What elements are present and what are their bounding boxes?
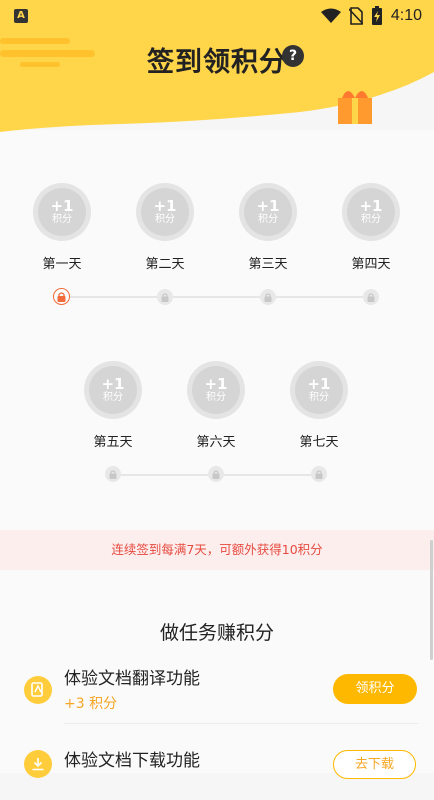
lock-icon	[311, 466, 327, 482]
page-title: 签到领积分	[147, 47, 287, 78]
task-divider	[64, 723, 418, 724]
points-coin: +1 积分	[290, 361, 348, 419]
claim-points-button[interactable]: 领积分	[333, 674, 417, 704]
translate-doc-icon	[24, 676, 52, 704]
day-item-1: +1 积分 第一天	[27, 183, 97, 272]
points-coin: +1 积分	[136, 183, 194, 241]
day-label: 第四天	[351, 257, 391, 272]
lock-icon-active[interactable]	[53, 288, 70, 305]
checkin-card: +1 积分 第一天 +1 积分 第二天 +1 积分 第三天 +1 积分 第四天	[0, 130, 434, 530]
day-label: 第三天	[248, 257, 288, 272]
task-item-download: 体验文档下载功能 去下载	[0, 740, 434, 800]
lock-icon	[260, 289, 276, 305]
day-label: 第五天	[93, 435, 133, 450]
lock-icon	[363, 289, 379, 305]
tasks-title: 做任务赚积分	[159, 622, 274, 644]
day-item-7: +1 积分 第七天	[284, 361, 354, 450]
points-coin: +1 积分	[239, 183, 297, 241]
points-coin: +1 积分	[33, 183, 91, 241]
day-item-6: +1 积分 第六天	[181, 361, 251, 450]
day-item-2: +1 积分 第二天	[130, 183, 200, 272]
lock-icon	[105, 466, 121, 482]
task-item-translate: 体验文档翻译功能 +3 积分 领积分	[0, 658, 434, 718]
day-label: 第一天	[42, 257, 82, 272]
points-coin: +1 积分	[187, 361, 245, 419]
task-name: 体验文档下载功能	[64, 751, 200, 771]
progress-track	[62, 296, 371, 298]
battery-charging-icon	[371, 6, 382, 25]
lock-icon	[157, 289, 173, 305]
go-download-button[interactable]: 去下载	[333, 750, 416, 779]
points-coin: +1 积分	[84, 361, 142, 419]
day-item-4: +1 积分 第四天	[336, 183, 406, 272]
clock: 4:10	[390, 7, 422, 24]
day-item-5: +1 积分 第五天	[78, 361, 148, 450]
header: 签到领积分 ?	[0, 32, 434, 132]
scrollbar[interactable]	[430, 540, 433, 660]
task-reward: +3 积分	[64, 696, 118, 712]
lock-icon	[208, 466, 224, 482]
day-label: 第七天	[299, 435, 339, 450]
status-bar: A 4:10	[0, 0, 434, 32]
task-name: 体验文档翻译功能	[64, 669, 200, 689]
download-icon	[24, 750, 52, 778]
day-item-3: +1 积分 第三天	[233, 183, 303, 272]
day-label: 第六天	[196, 435, 236, 450]
streak-bonus-notice: 连续签到每满7天，可额外获得10积分	[0, 530, 434, 570]
help-icon[interactable]: ?	[282, 45, 304, 67]
tasks-section: 做任务赚积分 体验文档翻译功能 +3 积分 领积分 体验文档下载功能 去下载	[0, 570, 434, 779]
day-label: 第二天	[145, 257, 185, 272]
no-sim-icon	[348, 7, 363, 25]
points-coin: +1 积分	[342, 183, 400, 241]
wifi-icon	[320, 8, 341, 23]
app-notification-icon: A	[14, 9, 28, 23]
